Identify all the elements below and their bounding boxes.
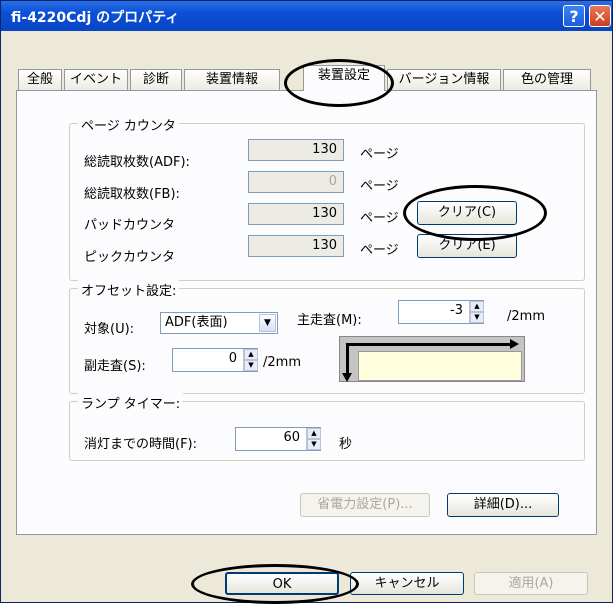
spin-down-icon[interactable]: ▼ — [307, 439, 321, 450]
pick-counter-label: ピックカウンタ — [84, 250, 176, 265]
offset-preview-image — [339, 336, 525, 382]
detail-button[interactable]: 詳細(D)... — [447, 493, 559, 517]
spin-down-icon[interactable]: ▼ — [244, 360, 258, 371]
lamp-timer-unit: 秒 — [339, 437, 353, 452]
sub-scan-unit: /2mm — [263, 355, 301, 370]
target-label: 対象(U): — [84, 322, 135, 337]
cancel-button[interactable]: キャンセル — [350, 572, 464, 595]
ok-button[interactable]: OK — [225, 572, 339, 595]
tab-diagnostics[interactable]: 診断 — [130, 69, 182, 90]
pad-counter-label: パッドカウンタ — [84, 218, 176, 233]
clear-pick-counter-button[interactable]: クリア(E) — [417, 234, 517, 258]
main-scan-label: 主走査(M): — [297, 313, 362, 328]
chevron-down-icon[interactable]: ▼ — [259, 314, 276, 332]
target-select[interactable]: ADF(表面) ▼ — [160, 312, 278, 334]
power-save-settings-button[interactable]: 省電力設定(P)... — [300, 493, 430, 517]
total-adf-field: 130 — [248, 139, 344, 161]
total-fb-field: 0 — [248, 171, 344, 193]
pick-counter-unit: ページ — [360, 243, 399, 258]
tab-version-info[interactable]: バージョン情報 — [387, 69, 501, 90]
device-settings-panel: ページ カウンタ 総読取枚数(ADF): 130 ページ 総読取枚数(FB): … — [16, 90, 597, 535]
tab-device-info[interactable]: 装置情報 — [184, 69, 280, 90]
help-button[interactable]: ? — [563, 5, 585, 27]
properties-dialog: fi-4220Cdj のプロパティ ? ✕ 全般 イベント 診断 装置情報 装置… — [0, 0, 613, 604]
sub-scan-label: 副走査(S): — [84, 359, 146, 374]
total-adf-label: 総読取枚数(ADF): — [84, 155, 190, 170]
lamp-timer-legend: ランプ タイマー: — [78, 393, 184, 412]
title-bar[interactable]: fi-4220Cdj のプロパティ ? ✕ — [1, 1, 612, 31]
window-title: fi-4220Cdj のプロパティ — [11, 10, 180, 26]
page-counter-legend: ページ カウンタ — [78, 115, 179, 134]
main-scan-unit: /2mm — [507, 309, 545, 324]
tab-device-settings[interactable]: 装置設定 — [303, 65, 385, 91]
offset-settings-legend: オフセット設定: — [78, 280, 180, 299]
lamp-timer-spinner[interactable]: ▲ ▼ — [306, 428, 321, 450]
spin-up-icon[interactable]: ▲ — [307, 428, 321, 439]
total-fb-unit: ページ — [360, 179, 399, 194]
sub-scan-spinner[interactable]: ▲ ▼ — [243, 349, 258, 371]
total-fb-label: 総読取枚数(FB): — [84, 187, 180, 202]
total-adf-unit: ページ — [360, 147, 399, 162]
pad-counter-unit: ページ — [360, 211, 399, 226]
tab-events[interactable]: イベント — [64, 69, 128, 90]
target-select-value: ADF(表面) — [165, 315, 228, 330]
spin-up-icon[interactable]: ▲ — [244, 349, 258, 360]
clear-pad-counter-button[interactable]: クリア(C) — [417, 201, 517, 225]
spin-down-icon[interactable]: ▼ — [470, 312, 484, 323]
tab-color-management[interactable]: 色の管理 — [503, 69, 591, 90]
spin-up-icon[interactable]: ▲ — [470, 301, 484, 312]
close-button[interactable]: ✕ — [589, 5, 611, 27]
main-scan-spinner[interactable]: ▲ ▼ — [469, 301, 484, 323]
lamp-timer-group: ランプ タイマー: — [69, 393, 585, 461]
apply-button[interactable]: 適用(A) — [474, 572, 588, 595]
tab-general[interactable]: 全般 — [18, 69, 62, 90]
pick-counter-field: 130 — [248, 235, 344, 257]
lamp-timer-label: 消灯までの時間(F): — [84, 437, 198, 452]
pad-counter-field: 130 — [248, 203, 344, 225]
